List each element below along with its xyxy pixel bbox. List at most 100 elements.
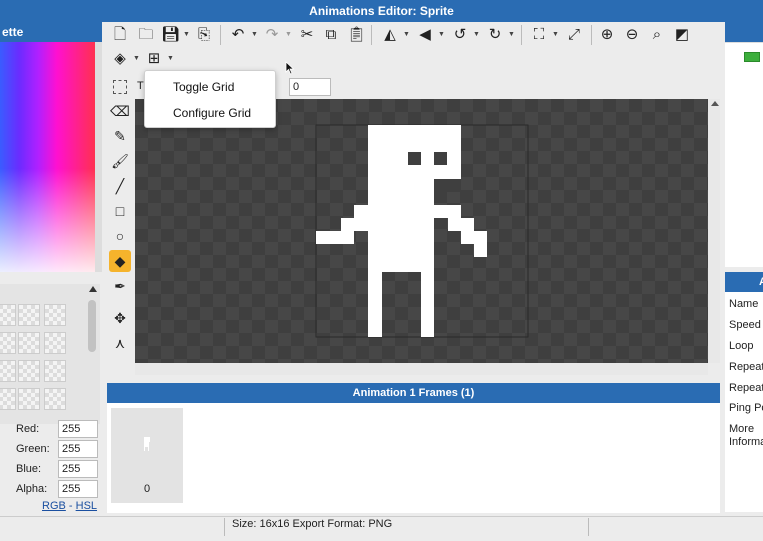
- layers-icon[interactable]: ◈: [111, 50, 129, 68]
- zoom-in-icon[interactable]: ⊕: [598, 26, 616, 44]
- properties-header: A: [725, 272, 763, 292]
- rotate-left-dropdown-icon[interactable]: ▼: [473, 26, 480, 44]
- swatch[interactable]: [44, 360, 66, 382]
- toggle-grid-menu-item[interactable]: Toggle Grid: [173, 80, 234, 94]
- rotate-left-icon[interactable]: ↺: [451, 26, 469, 44]
- export-icon[interactable]: ⎘: [195, 26, 213, 44]
- red-input[interactable]: 255: [58, 420, 98, 438]
- properties-panel: Name Speed Loop Repeat Repeat Ping Po Mo…: [725, 292, 763, 512]
- color-spectrum[interactable]: [0, 42, 95, 272]
- swatch[interactable]: [0, 332, 16, 354]
- grid-icon[interactable]: ⊞: [145, 50, 163, 68]
- flip-horizontal-icon[interactable]: ◭: [381, 26, 399, 44]
- divider: [588, 518, 589, 536]
- eyedropper-tool-icon[interactable]: ✒: [109, 275, 131, 297]
- alpha-row: Alpha: 255: [0, 480, 102, 500]
- save-icon[interactable]: 💾︎: [161, 26, 180, 44]
- fill-tool-icon[interactable]: ◆: [109, 250, 131, 272]
- resize-icon[interactable]: ⤢: [565, 26, 583, 44]
- rectangle-tool-icon[interactable]: □: [109, 200, 131, 222]
- undo-icon[interactable]: ↶: [229, 26, 247, 44]
- zoom-out-icon[interactable]: ⊖: [623, 26, 641, 44]
- swatch[interactable]: [44, 332, 66, 354]
- eraser-tool-icon[interactable]: ⌫: [109, 100, 131, 122]
- swatch[interactable]: [44, 304, 66, 326]
- status-text: Size: 16x16 Export Format: PNG: [232, 518, 393, 530]
- flip-horizontal-dropdown-icon[interactable]: ▼: [403, 26, 410, 44]
- alpha-input[interactable]: 255: [58, 480, 98, 498]
- swatch[interactable]: [44, 388, 66, 410]
- layers-dropdown-icon[interactable]: ▼: [133, 50, 140, 68]
- grid-dropdown-icon[interactable]: ▼: [167, 50, 174, 68]
- swatch[interactable]: [0, 304, 16, 326]
- tool-option-input[interactable]: 0: [289, 78, 331, 96]
- paste-icon[interactable]: 📋︎: [347, 26, 366, 44]
- sprite-right-finger: [474, 244, 487, 257]
- swatch[interactable]: [0, 388, 16, 410]
- flip-vertical-icon[interactable]: ◀: [416, 26, 434, 44]
- hsl-link[interactable]: HSL: [76, 500, 97, 512]
- layer-thumbnail[interactable]: [744, 52, 760, 62]
- swatch[interactable]: [18, 388, 40, 410]
- invert-icon[interactable]: ◩: [673, 26, 691, 44]
- new-file-icon[interactable]: 🗋: [111, 26, 129, 44]
- copy-icon[interactable]: ⧉: [322, 26, 340, 44]
- blue-label: Blue:: [16, 463, 42, 475]
- swatch-grid: [0, 284, 100, 424]
- sprite-canvas[interactable]: [135, 99, 708, 363]
- rgb-link[interactable]: RGB: [42, 500, 66, 512]
- sprite-right-arm-mid: [448, 218, 474, 231]
- window-title: Animations Editor: Sprite: [0, 0, 763, 22]
- redo-dropdown-icon[interactable]: ▼: [285, 26, 292, 44]
- crop-dropdown-icon[interactable]: ▼: [552, 26, 559, 44]
- right-top-header: [725, 22, 763, 42]
- sprite-mouth-notch: [434, 179, 461, 192]
- vertex-tool-icon[interactable]: ⋏: [109, 332, 131, 354]
- scroll-up-arrow-icon[interactable]: [89, 286, 97, 292]
- flip-vertical-dropdown-icon[interactable]: ▼: [438, 26, 445, 44]
- rotate-right-icon[interactable]: ↻: [486, 26, 504, 44]
- rotate-right-dropdown-icon[interactable]: ▼: [508, 26, 515, 44]
- pencil-tool-icon[interactable]: ✎: [109, 125, 131, 147]
- swatch[interactable]: [18, 360, 40, 382]
- spectrum-side-bar[interactable]: [95, 42, 102, 272]
- crop-icon[interactable]: ⛶: [530, 26, 548, 44]
- scroll-up-arrow-icon[interactable]: [711, 101, 719, 106]
- toolbar: 🗋 🗀 💾︎ ▼ ⎘ ↶ ▼ ↷ ▼ ✂ ⧉ 📋︎ ◭ ▼ ◀ ▼ ↺ ▼ ↻ …: [107, 22, 722, 72]
- sprite-left-eye: [408, 152, 421, 165]
- zoom-fit-icon[interactable]: ⌕: [648, 26, 666, 44]
- cut-icon[interactable]: ✂: [298, 26, 316, 44]
- move-tool-icon[interactable]: ✥: [109, 307, 131, 329]
- swatch[interactable]: [0, 360, 16, 382]
- green-input[interactable]: 255: [58, 440, 98, 458]
- separator: [591, 25, 592, 45]
- red-row: Red: 255: [0, 420, 102, 440]
- sprite-left-hand: [316, 231, 354, 244]
- divider: [725, 42, 763, 43]
- sprite-left-arm-upper: [354, 205, 368, 218]
- prop-repeat-2: Repeat: [729, 382, 763, 394]
- undo-dropdown-icon[interactable]: ▼: [251, 26, 258, 44]
- line-tool-icon[interactable]: ╱: [109, 175, 131, 197]
- swatch[interactable]: [18, 332, 40, 354]
- sprite-left-leg: [368, 272, 382, 337]
- separator: [371, 25, 372, 45]
- sprite-left-arm-mid: [341, 218, 368, 231]
- open-folder-icon[interactable]: 🗀: [137, 26, 155, 44]
- frames-header: Animation 1 Frames (1): [107, 383, 720, 403]
- swatch[interactable]: [18, 304, 40, 326]
- ellipse-tool-icon[interactable]: ○: [109, 225, 131, 247]
- redo-icon[interactable]: ↷: [263, 26, 281, 44]
- frame-number: 0: [143, 483, 151, 495]
- blue-input[interactable]: 255: [58, 460, 98, 478]
- drawing-canvas[interactable]: [135, 99, 708, 363]
- prop-information: Informa: [729, 436, 763, 448]
- grid-dropdown-menu: Toggle Grid Configure Grid: [144, 70, 276, 128]
- divider: [224, 518, 225, 536]
- brush-tool-icon[interactable]: 🖌︎: [109, 150, 131, 172]
- canvas-vertical-scrollbar[interactable]: [708, 99, 720, 363]
- save-dropdown-icon[interactable]: ▼: [183, 26, 190, 44]
- swatch-scrollbar[interactable]: [88, 300, 96, 352]
- configure-grid-menu-item[interactable]: Configure Grid: [173, 106, 251, 120]
- canvas-horizontal-scrollbar[interactable]: [135, 363, 708, 375]
